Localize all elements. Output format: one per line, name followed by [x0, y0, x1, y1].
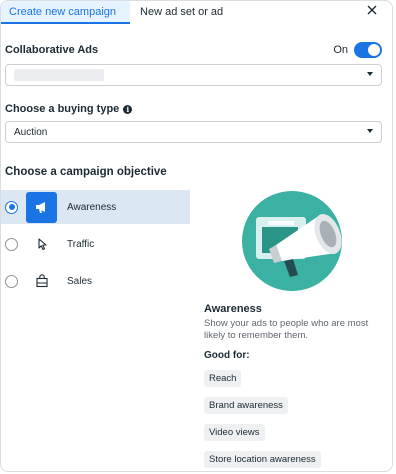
close-icon[interactable]: [366, 4, 378, 16]
radio-sales[interactable]: [5, 274, 18, 288]
good-for-chip: Reach: [204, 370, 242, 387]
objective-label-sales: Sales: [67, 275, 93, 287]
good-for-label: Good for:: [204, 350, 250, 361]
good-for-chip: Brand awareness: [204, 397, 288, 414]
toggle-state-label: On: [333, 44, 348, 56]
objective-label-traffic: Traffic: [67, 238, 95, 250]
buying-type-label-row: Choose a buying type i: [5, 103, 133, 115]
detail-description: Show your ads to people who are most lik…: [204, 318, 369, 341]
collaborative-ads-row: Collaborative Ads On: [5, 41, 382, 59]
cursor-icon: [26, 229, 57, 260]
objective-detail-panel: Awareness Show your ads to people who ar…: [204, 303, 384, 471]
buying-type-label: Choose a buying type: [5, 103, 120, 115]
shopping-bag-icon: [26, 266, 57, 297]
objective-list: Awareness Traffic Sales: [1, 190, 190, 301]
objective-option-awareness[interactable]: Awareness: [1, 190, 190, 224]
tab-bar: Create new campaign New ad set or ad: [1, 1, 392, 24]
good-for-chip: Store location awareness: [204, 451, 321, 468]
objective-option-sales[interactable]: Sales: [1, 264, 190, 298]
megaphone-icon: [26, 191, 57, 223]
radio-traffic[interactable]: [5, 237, 18, 251]
toggle-knob: [368, 44, 380, 56]
collaborative-partner-select[interactable]: [5, 64, 382, 86]
buying-type-select[interactable]: Auction: [5, 121, 382, 143]
detail-title: Awareness: [204, 303, 262, 315]
chevron-down-icon: [367, 72, 373, 76]
objective-label-awareness: Awareness: [67, 201, 117, 213]
chevron-down-icon: [367, 129, 373, 133]
good-for-chip: Video views: [204, 424, 265, 441]
tab-create-new-campaign[interactable]: Create new campaign: [1, 1, 131, 24]
collaborative-ads-toggle[interactable]: [354, 42, 382, 58]
collaborative-toggle-group: On: [333, 42, 382, 58]
buying-type-value: Auction: [14, 126, 48, 138]
campaign-dialog: Create new campaign New ad set or ad Col…: [0, 0, 393, 472]
collaborative-ads-label: Collaborative Ads: [5, 44, 99, 56]
redacted-value: [14, 69, 104, 81]
info-icon[interactable]: i: [123, 104, 133, 114]
awareness-illustration: [238, 191, 350, 291]
objective-option-traffic[interactable]: Traffic: [1, 227, 190, 261]
tab-new-ad-set-or-ad[interactable]: New ad set or ad: [130, 1, 233, 24]
objective-heading: Choose a campaign objective: [5, 166, 167, 178]
radio-awareness[interactable]: [5, 200, 18, 214]
